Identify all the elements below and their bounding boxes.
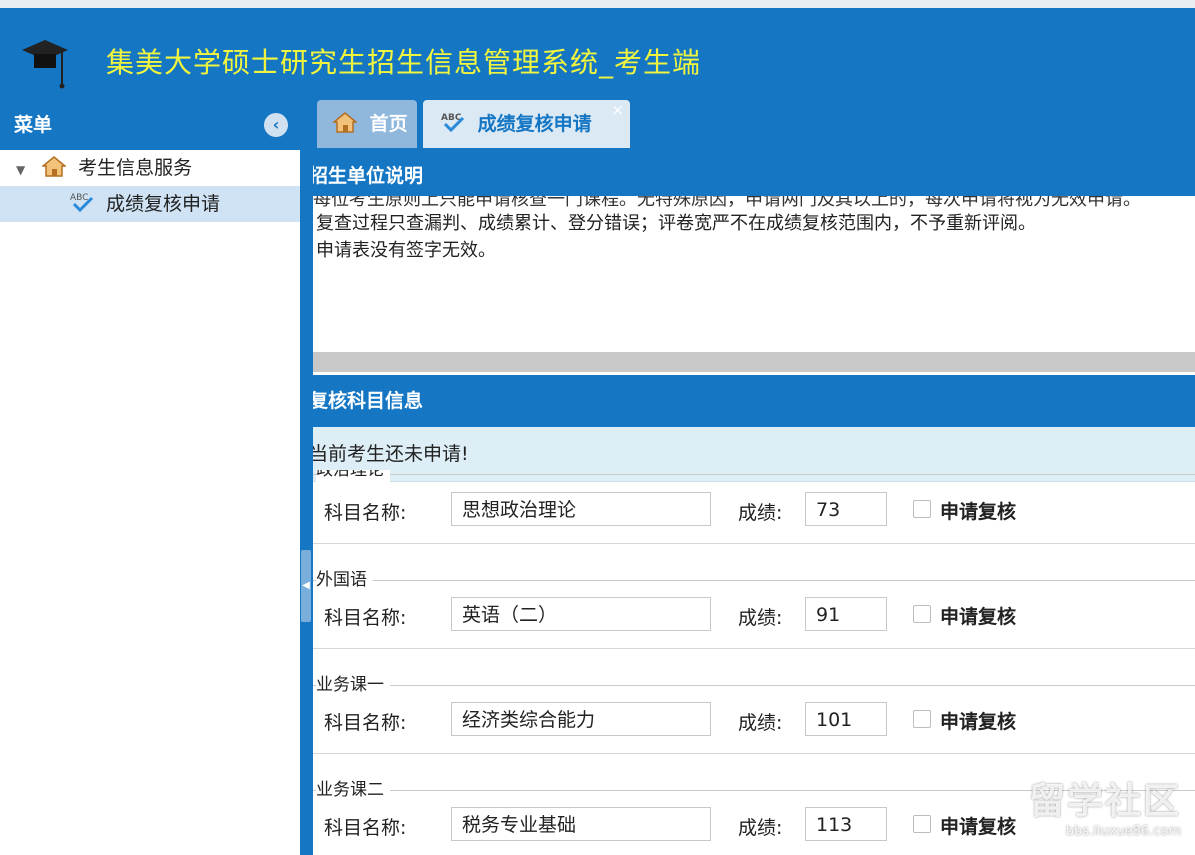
- panel-divider: [313, 352, 1195, 372]
- score-field[interactable]: 101: [805, 702, 887, 736]
- subject-name-label: 科目名称:: [324, 502, 407, 524]
- close-icon[interactable]: ×: [611, 86, 624, 134]
- tree-node-score-review[interactable]: ABC 成绩复核申请: [0, 186, 300, 222]
- tab-home[interactable]: 首页: [317, 100, 417, 148]
- score-label: 成绩:: [738, 502, 783, 524]
- subject-name-label: 科目名称:: [324, 607, 407, 629]
- watermark-url: bbs.liuxue86.com: [1065, 824, 1181, 839]
- abc-check-icon: ABC: [70, 193, 94, 213]
- caret-down-icon[interactable]: ▼: [16, 152, 36, 188]
- score-label: 成绩:: [738, 607, 783, 629]
- subject-name-field[interactable]: 英语（二）: [451, 597, 711, 631]
- subjects-panel-title: 复核科目信息: [313, 375, 1195, 427]
- chevron-left-icon[interactable]: ‹: [264, 113, 288, 137]
- score-field[interactable]: 91: [805, 597, 887, 631]
- note-line: 复查过程只查漏判、成绩累计、登分错误；评卷宽严不在成绩复核范围内，不予重新评阅。: [316, 213, 1036, 234]
- subject-group-label: 政治理论: [316, 470, 390, 482]
- subject-fieldset: 外国语 科目名称: 英语（二） 成绩: 91 申请复核: [313, 568, 1195, 673]
- svg-text:ABC: ABC: [70, 193, 88, 203]
- subject-name-label: 科目名称:: [324, 712, 407, 734]
- abc-check-icon: ABC: [441, 113, 465, 133]
- site-watermark: 留学社区 bbs.liuxue86.com: [1029, 772, 1181, 839]
- notes-body: 每位考生原则上只能申请核查一门课程。无特殊原因，申请两门及其以上的，每次申请将视…: [313, 196, 1195, 352]
- subject-group-label: 业务课一: [316, 673, 390, 697]
- review-checkbox-label[interactable]: 申请复核: [940, 812, 1016, 839]
- app-header: 集美大学硕士研究生招生信息管理系统_考生端: [0, 0, 1195, 100]
- review-checkbox[interactable]: [913, 710, 931, 728]
- review-checkbox[interactable]: [913, 605, 931, 623]
- score-label: 成绩:: [738, 712, 783, 734]
- collapse-handle-icon[interactable]: ◀: [301, 550, 311, 622]
- tree-node-label: 考生信息服务: [78, 157, 193, 179]
- tab-bar: 首页 ABC 成绩复核申请 ×: [313, 100, 1195, 150]
- app-title: 集美大学硕士研究生招生信息管理系统_考生端: [106, 46, 702, 79]
- score-field[interactable]: 113: [805, 807, 887, 841]
- main-content: 招生单位说明 每位考生原则上只能申请核查一门课程。无特殊原因，申请两门及其以上的…: [313, 150, 1195, 855]
- note-line: 申请表没有签字无效。: [316, 240, 496, 261]
- sidebar-header: 菜单 ‹: [0, 100, 300, 150]
- review-checkbox-label[interactable]: 申请复核: [940, 497, 1016, 524]
- home-icon: [333, 112, 357, 133]
- subject-group-label: 业务课二: [316, 778, 390, 802]
- panel-splitter[interactable]: ◀: [300, 100, 313, 855]
- review-checkbox[interactable]: [913, 500, 931, 518]
- review-checkbox-label[interactable]: 申请复核: [940, 707, 1016, 734]
- subject-name-label: 科目名称:: [324, 817, 407, 839]
- subject-fieldset: 业务课一 科目名称: 经济类综合能力 成绩: 101 申请复核: [313, 673, 1195, 778]
- tree-node-candidate-services[interactable]: ▼ 考生信息服务: [0, 150, 300, 186]
- review-checkbox-label[interactable]: 申请复核: [940, 602, 1016, 629]
- notes-panel-title: 招生单位说明: [313, 156, 1195, 196]
- score-field[interactable]: 73: [805, 492, 887, 526]
- subject-fieldset: 政治理论 科目名称: 思想政治理论 成绩: 73 申请复核: [313, 470, 1195, 568]
- tab-label: 成绩复核申请: [477, 113, 592, 135]
- score-label: 成绩:: [738, 817, 783, 839]
- sidebar-title: 菜单: [14, 114, 53, 136]
- subject-name-field[interactable]: 税务专业基础: [451, 807, 711, 841]
- tab-score-review[interactable]: ABC 成绩复核申请 ×: [423, 100, 630, 148]
- graduation-cap-icon: [22, 40, 68, 89]
- watermark-logo-text: 留学社区: [1028, 781, 1181, 822]
- subject-name-field[interactable]: 思想政治理论: [451, 492, 711, 526]
- review-checkbox[interactable]: [913, 815, 931, 833]
- tab-label: 首页: [369, 113, 408, 135]
- home-icon: [42, 156, 67, 177]
- sidebar-menu: 菜单 ‹ ▼ 考生信息服务 ABC 成绩复核申请: [0, 100, 301, 855]
- subject-name-field[interactable]: 经济类综合能力: [451, 702, 711, 736]
- subject-group-label: 外国语: [316, 568, 373, 592]
- tree-node-label: 成绩复核申请: [106, 193, 221, 215]
- note-line: 每位考生原则上只能申请核查一门课程。无特殊原因，申请两门及其以上的，每次申请将视…: [313, 196, 1141, 210]
